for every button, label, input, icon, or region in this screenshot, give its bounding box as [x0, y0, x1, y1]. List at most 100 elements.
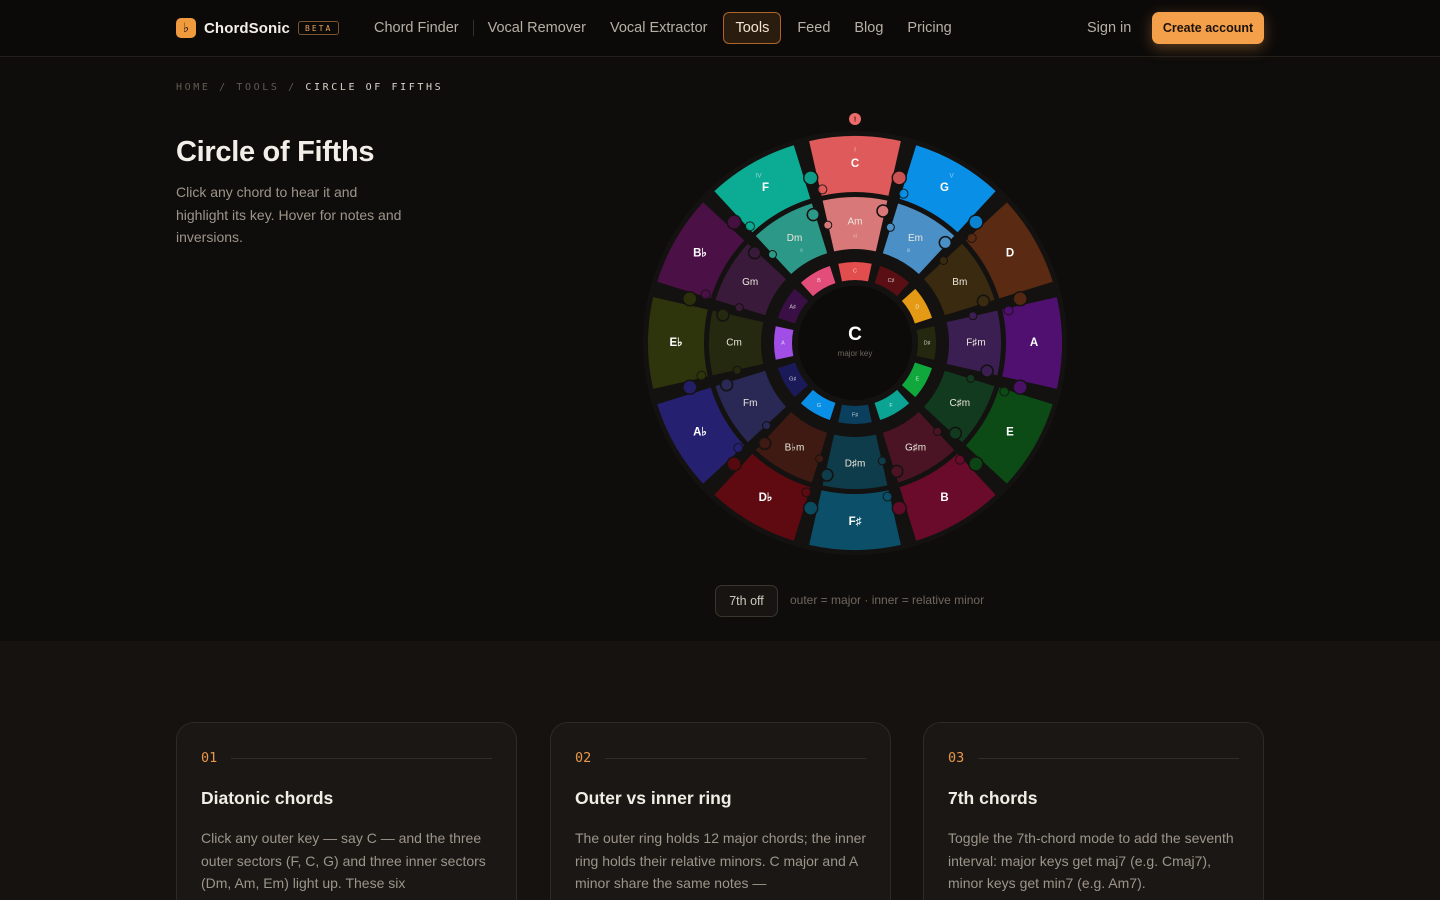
sector-boundary-dot — [762, 421, 772, 431]
inner-sector-label: Dm — [787, 233, 803, 244]
card-text: Click any outer key — say C — and the th… — [201, 830, 486, 892]
outer-sector-label: G — [940, 182, 949, 194]
card-title: Diatonic chords — [201, 788, 334, 808]
ring-legend: outer = major · inner = relative minor — [790, 593, 985, 607]
top-nav: ♭ ChordSonic BETA Chord Finder Vocal Rem… — [0, 0, 1440, 57]
outer-sector-numeral: I — [854, 147, 856, 154]
sector-boundary-dot — [682, 290, 698, 307]
sector-boundary-dot — [948, 426, 963, 441]
sector-boundary-dot — [716, 308, 730, 322]
outer-sector-label: B — [940, 492, 948, 504]
sector-boundary-dot — [700, 289, 711, 300]
note-segment-label: G♯ — [789, 376, 796, 382]
sector-boundary-dot — [747, 245, 762, 260]
outer-sector-label: D — [1006, 248, 1014, 260]
nav-link-tools[interactable]: Tools — [723, 12, 782, 44]
nav-link-blog[interactable]: Blog — [842, 12, 895, 44]
sector-boundary-dot — [968, 311, 978, 321]
sector-boundary-dot — [980, 364, 994, 378]
explainer-card-sevenths: 03 7th chords Toggle the 7th-chord mode … — [923, 722, 1264, 900]
breadcrumb-current: CIRCLE OF FIFTHS — [305, 82, 444, 93]
breadcrumb-tools[interactable]: TOOLS — [236, 82, 279, 93]
card-text: Toggle the 7th-chord mode to add the sev… — [948, 830, 1234, 892]
sector-boundary-dot — [938, 235, 953, 250]
explainer-card-diatonic: 01 Diatonic chords Click any outer key —… — [176, 722, 517, 900]
note-segment-label: D — [915, 304, 919, 310]
sector-boundary-dot — [726, 214, 742, 230]
sector-boundary-dot — [877, 456, 887, 466]
sector-boundary-dot — [802, 170, 819, 186]
seventh-chord-toggle[interactable]: 7th off — [715, 585, 778, 617]
outer-sector-label: A — [1030, 337, 1038, 349]
inner-sector-label: B♭m — [785, 442, 805, 453]
brand-name: ChordSonic — [204, 19, 290, 37]
nav-link-pricing[interactable]: Pricing — [895, 12, 963, 44]
nav-link-vocal-remover[interactable]: Vocal Remover — [476, 12, 598, 44]
outer-sector-label: F — [762, 182, 769, 194]
sector-boundary-dot — [767, 250, 777, 260]
sector-boundary-dot — [885, 222, 895, 232]
sector-boundary-dot — [801, 487, 812, 498]
breadcrumb: HOME / TOOLS / CIRCLE OF FIFTHS — [176, 82, 443, 93]
sector-boundary-dot — [1012, 290, 1028, 307]
sector-boundary-dot — [968, 214, 984, 230]
sector-boundary-dot — [744, 221, 755, 232]
breadcrumb-separator: / — [288, 82, 297, 93]
sector-boundary-dot — [882, 491, 893, 502]
sector-boundary-dot — [891, 500, 908, 516]
sector-boundary-dot — [820, 468, 834, 482]
outer-sector-label: D♭ — [759, 492, 773, 504]
sector-boundary-dot — [999, 386, 1010, 397]
sign-in-link[interactable]: Sign in — [1087, 12, 1131, 44]
breadcrumb-separator: / — [219, 82, 228, 93]
nav-links: Chord Finder Vocal Remover Vocal Extract… — [362, 12, 964, 44]
sector-boundary-dot — [876, 204, 890, 218]
note-segment-label: C — [853, 268, 857, 274]
note-segment-label: D♯ — [924, 340, 931, 346]
outer-sector-label: C — [851, 158, 859, 170]
nav-divider — [472, 20, 474, 36]
create-account-button[interactable]: Create account — [1152, 12, 1264, 44]
sector-boundary-dot — [732, 365, 742, 375]
center-key: C — [848, 324, 862, 345]
nav-link-feed[interactable]: Feed — [785, 12, 842, 44]
note-segment-label: F♯ — [852, 412, 858, 418]
sector-boundary-dot — [1003, 305, 1014, 316]
sector-boundary-dot — [817, 184, 828, 195]
card-text: The outer ring holds 12 major chords; th… — [575, 830, 867, 892]
sector-boundary-dot — [696, 370, 707, 381]
sector-boundary-dot — [955, 454, 966, 465]
outer-sector-label: F♯ — [849, 516, 862, 528]
card-divider — [605, 758, 866, 759]
circle-of-fifths-wheel: CIGVDAEBF♯D♭A♭E♭B♭FIVAmvi EmiiiBmF♯mC♯mG♯… — [643, 113, 1067, 555]
inner-sector-numeral: iii — [907, 248, 911, 254]
sector-boundary-dot — [966, 232, 977, 243]
sector-boundary-dot — [938, 255, 948, 265]
sector-boundary-dot — [898, 188, 909, 199]
inner-sector-label: D♯m — [845, 459, 866, 470]
brand-logo-icon: ♭ — [176, 18, 196, 38]
nav-link-chord-finder[interactable]: Chord Finder — [362, 12, 471, 44]
note-segment-label: B — [817, 278, 821, 284]
sector-boundary-dot — [976, 294, 991, 309]
note-segment-label: C♯ — [888, 278, 895, 284]
nav-link-vocal-extractor[interactable]: Vocal Extractor — [598, 12, 720, 44]
breadcrumb-home[interactable]: HOME — [176, 82, 210, 93]
sector-boundary-dot — [806, 207, 821, 222]
beta-badge: BETA — [298, 21, 340, 35]
brand[interactable]: ♭ ChordSonic BETA — [176, 17, 340, 39]
outer-sector-label: E — [1006, 427, 1014, 439]
sector-boundary-dot — [1012, 379, 1028, 396]
sector-boundary-dot — [757, 436, 772, 451]
inner-sector-label: C♯m — [950, 398, 971, 409]
sector-boundary-dot — [815, 454, 825, 464]
sector-boundary-dot — [802, 500, 819, 516]
inner-sector-label: Em — [908, 233, 923, 244]
card-number: 02 — [575, 750, 592, 766]
sector-boundary-dot — [682, 379, 698, 396]
inner-sector-numeral: ii — [800, 248, 802, 254]
note-segment-label: E — [916, 376, 920, 382]
root-marker-glyph: ! — [854, 116, 856, 123]
page-subtitle: Click any chord to hear it and highlight… — [176, 184, 402, 245]
sector-boundary-dot — [823, 220, 833, 230]
